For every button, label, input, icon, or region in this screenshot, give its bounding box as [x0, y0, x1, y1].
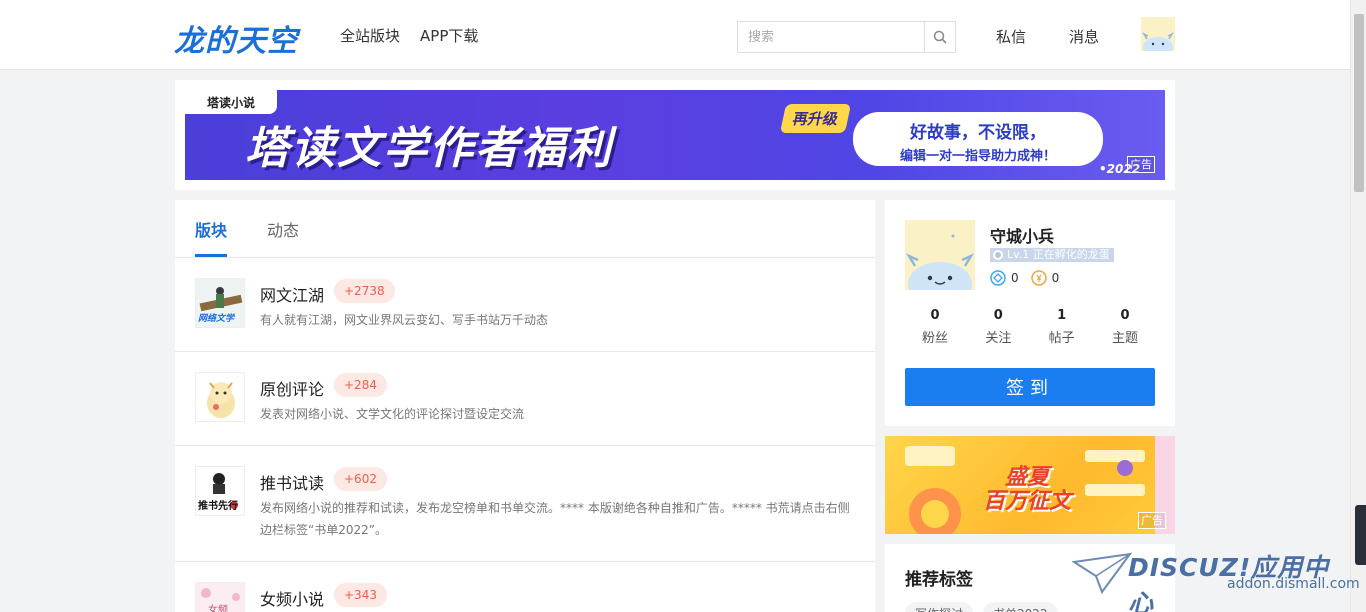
stat-label: 主题: [1111, 331, 1138, 346]
banner-slogan-line2: 编辑一对一指导助力成神！: [899, 149, 1056, 164]
stat-label: 关注: [985, 331, 1012, 346]
user-avatar[interactable]: [1141, 17, 1175, 51]
ad-label: 广告: [1138, 512, 1166, 529]
level-icon: [993, 250, 1003, 260]
profile-avatar[interactable]: [905, 220, 975, 290]
user-profile-card: 守城小兵 Lv.1 正在孵化的龙蛋 0 0 0 粉丝 0 关注 1 帖子 0 主题 签到: [885, 200, 1175, 426]
forum-row[interactable]: 女频 女频小说 +343: [175, 562, 875, 612]
dragon-mascot-icon: [196, 373, 244, 421]
banner-headline: 塔读文学作者福利: [245, 123, 613, 174]
search-button[interactable]: [924, 22, 955, 52]
dragon-avatar-icon: [1141, 17, 1175, 51]
scrollbar-thumb[interactable]: [1354, 14, 1364, 192]
forum-new-count: +2738: [334, 279, 395, 303]
forum-row[interactable]: 网络文学 网文江湖 +2738 有人就有江湖，网文业界风云变幻、写手书站万千动态: [175, 258, 875, 352]
search-box: [737, 21, 956, 53]
banner-brand: 塔读小说: [185, 90, 277, 114]
forum-description: 发布网络小说的推荐和试读，发布龙空榜单和书单交流。**** 本版谢绝各种自推和广…: [260, 501, 850, 537]
search-icon: [933, 30, 947, 44]
search-input[interactable]: [738, 22, 925, 52]
stat-posts[interactable]: 1 帖子: [1032, 308, 1092, 346]
top-banner-ad[interactable]: 塔读小说 塔读文学作者福利 再升级 好故事，不设限， 编辑一对一指导助力成神！ …: [185, 90, 1165, 180]
tab-activity[interactable]: 动态: [267, 217, 299, 241]
banner-slogan: 好故事，不设限， 编辑一对一指导助力成神！: [853, 112, 1103, 166]
forum-thumbnail-caption: 女频: [208, 605, 228, 612]
stat-value: 0: [1120, 308, 1130, 323]
currency-coin: 0: [1030, 270, 1060, 286]
forum-tabs: 版块 动态: [175, 200, 875, 258]
ad-label: 广告: [1127, 156, 1155, 173]
forum-thumbnail[interactable]: 推书先行: [195, 466, 245, 516]
stat-following[interactable]: 0 关注: [968, 308, 1028, 346]
stat-value: 0: [993, 308, 1003, 323]
coin-count: 0: [1051, 271, 1060, 285]
forum-description: 有人就有江湖，网文业界风云变幻、写手书站万千动态: [260, 313, 549, 327]
forum-thumbnail[interactable]: 女频: [195, 582, 245, 612]
nav-app-download[interactable]: APP下载: [420, 25, 478, 46]
stat-followers[interactable]: 0 粉丝: [905, 308, 965, 346]
tag-chip[interactable]: 书单2022: [983, 602, 1058, 612]
forum-name[interactable]: 推书试读: [260, 470, 324, 494]
user-level-text: Lv.1 正在孵化的龙蛋: [1007, 248, 1110, 261]
notifications-link[interactable]: 消息: [1069, 26, 1099, 47]
recommended-tags-heading: 推荐标签: [905, 570, 973, 590]
diamond-count: 0: [1011, 271, 1019, 285]
forum-row[interactable]: 推书先行 推书试读 +602 发布网络小说的推荐和试读，发布龙空榜单和书单交流。…: [175, 446, 875, 562]
stat-value: 1: [1057, 308, 1067, 323]
discuz-watermark: DISCUZ!应用中心 addon.dismall.com: [1072, 548, 1360, 612]
tag-list: 写作探讨 书单2022: [905, 602, 1058, 612]
diamond-icon: [990, 270, 1006, 286]
active-tab-indicator: [195, 254, 227, 257]
banner-tag: 再升级: [779, 104, 852, 133]
forum-row[interactable]: 原创评论 +284 发表对网络小说、文学文化的评论探讨暨设定交流: [175, 352, 875, 446]
username[interactable]: 守城小兵: [990, 223, 1054, 247]
side-ad-title-line2: 百万征文: [983, 489, 1072, 514]
stat-value: 0: [930, 308, 940, 323]
banner-slogan-line1: 好故事，不设限，: [910, 123, 1046, 143]
side-dock-tab[interactable]: [1355, 505, 1366, 565]
forum-thumbnail-caption: 网络文学: [198, 314, 235, 324]
forum-name[interactable]: 女频小说: [260, 586, 324, 610]
paper-plane-icon: [1072, 552, 1132, 595]
forum-description: 发表对网络小说、文学文化的评论探讨暨设定交流: [260, 407, 525, 421]
forum-thumbnail[interactable]: 网络文学: [195, 278, 245, 328]
side-ad-title-line1: 盛夏: [1005, 465, 1050, 490]
side-ad-title: 盛夏 百万征文: [983, 466, 1071, 514]
watermark-domain: addon.dismall.com: [1227, 576, 1360, 592]
main-nav: 全站版块 APP下载: [340, 25, 478, 46]
stat-label: 帖子: [1048, 331, 1075, 346]
stat-threads[interactable]: 0 主题: [1095, 308, 1155, 346]
top-navbar: 龙的天空 全站版块 APP下载 私信 消息: [0, 0, 1350, 70]
tag-chip[interactable]: 写作探讨: [905, 602, 974, 612]
forum-list-panel: 版块 动态 网络文学 网文江湖 +2738 有人就有江湖，网文业界风云变幻、写手…: [175, 200, 875, 612]
dragon-avatar-icon: [905, 220, 975, 290]
top-banner-container: 塔读小说 塔读文学作者福利 再升级 好故事，不设限， 编辑一对一指导助力成神！ …: [175, 80, 1175, 190]
stat-label: 粉丝: [921, 331, 948, 346]
user-level-badge: Lv.1 正在孵化的龙蛋: [990, 248, 1114, 262]
forum-thumbnail-caption: 推书先行: [198, 501, 238, 512]
nav-all-forums[interactable]: 全站版块: [340, 25, 400, 46]
tab-forums[interactable]: 版块: [195, 217, 227, 241]
user-currencies: 0 0: [990, 270, 1059, 286]
forum-name[interactable]: 网文江湖: [260, 282, 324, 306]
currency-diamond: 0: [990, 270, 1019, 286]
forum-thumbnail[interactable]: [195, 372, 245, 422]
forum-new-count: +284: [334, 373, 387, 397]
forum-new-count: +602: [334, 467, 387, 491]
forum-name[interactable]: 原创评论: [260, 376, 324, 400]
checkin-button[interactable]: 签到: [905, 368, 1155, 406]
side-banner-ad[interactable]: 盛夏 百万征文 广告: [885, 436, 1175, 534]
forum-new-count: +343: [334, 583, 387, 607]
private-messages-link[interactable]: 私信: [996, 26, 1026, 47]
site-logo[interactable]: 龙的天空: [174, 16, 298, 60]
user-stats: 0 粉丝 0 关注 1 帖子 0 主题: [905, 308, 1155, 346]
coin-icon: [1030, 270, 1047, 286]
